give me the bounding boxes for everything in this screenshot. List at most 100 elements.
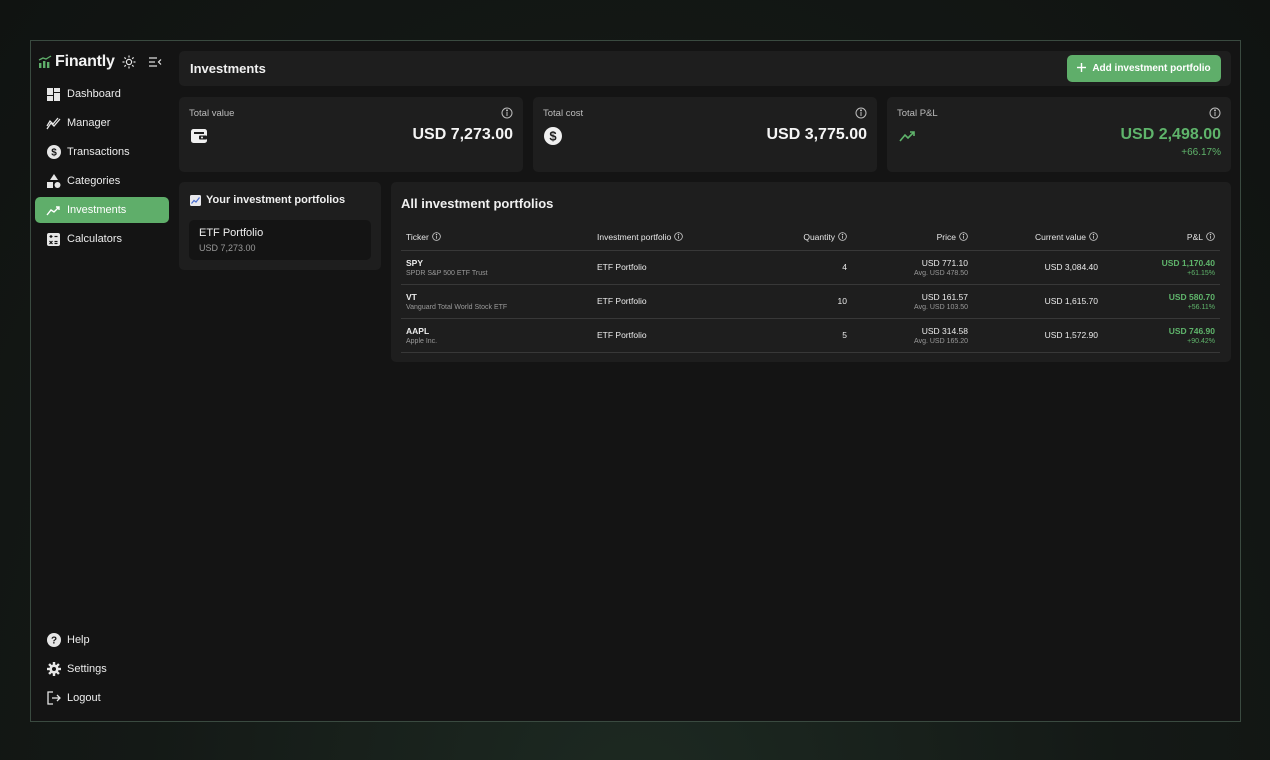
portfolio-name: ETF Portfolio: [199, 227, 264, 239]
info-icon: [1089, 231, 1098, 241]
chart-emoji-icon: [190, 194, 201, 206]
avg-price: Avg. USD 165.20: [914, 337, 968, 345]
nav-item-help[interactable]: ? Help: [35, 627, 169, 653]
info-icon: [959, 231, 968, 241]
price-value: USD 771.10: [921, 257, 968, 268]
nav-item-manager[interactable]: Manager: [35, 110, 169, 136]
brand-name: Finantly: [55, 53, 115, 70]
current-value-cell: USD 1,615.70: [973, 284, 1103, 319]
ticker-symbol: SPY: [406, 257, 424, 268]
stat-label: Total value: [189, 108, 235, 119]
dashboard-icon: [46, 87, 61, 102]
stat-label: Total P&L: [897, 108, 938, 119]
trending-up-icon: [898, 127, 916, 145]
stat-label: Total cost: [543, 108, 584, 119]
avg-price: Avg. USD 103.50: [914, 303, 968, 311]
stat-value: USD 2,498.00: [1120, 126, 1221, 143]
investments-table: Ticker Investment portfolio Quantity Pri…: [401, 224, 1220, 353]
nav-item-calculators[interactable]: Calculators: [35, 226, 169, 252]
logout-icon: [46, 691, 61, 706]
price-value: USD 314.58: [921, 325, 968, 336]
nav-label: Calculators: [67, 233, 123, 245]
quantity-cell: 5: [752, 318, 852, 353]
nav-item-logout[interactable]: Logout: [35, 685, 169, 711]
pl-value: USD 580.70: [1168, 291, 1215, 302]
collapse-sidebar-icon[interactable]: [147, 54, 163, 70]
pl-percent: +61.15%: [1187, 269, 1215, 277]
ticker-symbol: AAPL: [406, 325, 430, 336]
svg-text:$: $: [51, 148, 57, 159]
pl-percent: +56.11%: [1187, 303, 1215, 311]
svg-text:$: $: [549, 129, 557, 144]
nav-item-investments[interactable]: Investments: [35, 197, 169, 223]
trending-up-icon: [46, 203, 61, 218]
current-value-cell: USD 3,084.40: [973, 250, 1103, 285]
calculator-icon: [46, 232, 61, 247]
portfolio-cell: ETF Portfolio: [592, 318, 752, 353]
info-icon[interactable]: [501, 107, 513, 119]
info-icon[interactable]: [855, 107, 867, 119]
nav-label: Dashboard: [67, 88, 121, 100]
table-row[interactable]: VT Vanguard Total World Stock ETF ETF Por…: [401, 284, 1220, 319]
table-title: All investment portfolios: [401, 196, 554, 211]
your-portfolios-panel: Your investment portfolios ETF Portfolio…: [179, 182, 381, 270]
nav-item-settings[interactable]: Settings: [35, 656, 169, 682]
sidebar: Finantly Dashboard Manager $ Transaction…: [31, 41, 177, 721]
info-icon: [432, 231, 441, 241]
nav-item-dashboard[interactable]: Dashboard: [35, 81, 169, 107]
avg-price: Avg. USD 478.50: [914, 269, 968, 277]
ticker-name: Apple Inc.: [406, 337, 438, 345]
nav-label: Categories: [67, 175, 121, 187]
current-value-cell: USD 1,572.90: [973, 318, 1103, 353]
column-header-portfolio[interactable]: Investment portfolio: [592, 224, 752, 251]
dollar-coin-icon: $: [46, 145, 61, 160]
info-icon: [1206, 231, 1215, 241]
main-nav: Dashboard Manager $ Transactions Categor…: [35, 81, 169, 255]
info-icon: [674, 231, 683, 241]
manager-chart-icon: [46, 116, 61, 131]
nav-label: Help: [67, 634, 90, 646]
svg-text:?: ?: [50, 636, 56, 647]
column-header-ticker[interactable]: Ticker: [401, 224, 592, 251]
nav-item-transactions[interactable]: $ Transactions: [35, 139, 169, 165]
column-header-current-value[interactable]: Current value: [973, 224, 1103, 251]
pl-value: USD 746.90: [1168, 325, 1215, 336]
all-portfolios-panel: All investment portfolios Ticker Investm…: [391, 182, 1231, 362]
stat-value: USD 7,273.00: [412, 126, 513, 143]
dollar-coin-icon: $: [544, 127, 562, 145]
brand[interactable]: Finantly: [38, 52, 115, 72]
quantity-cell: 4: [752, 250, 852, 285]
total-cost-card: Total cost $ USD 3,775.00: [533, 97, 877, 172]
stat-value: USD 3,775.00: [766, 126, 867, 143]
portfolio-value: USD 7,273.00: [199, 243, 256, 253]
pl-value: USD 1,170.40: [1161, 257, 1215, 268]
shapes-icon: [46, 174, 61, 189]
column-header-pl[interactable]: P&L: [1103, 224, 1220, 251]
gear-icon: [46, 662, 61, 677]
table-row[interactable]: SPY SPDR S&P 500 ETF Trust ETF Portfolio …: [401, 250, 1220, 285]
total-pl-card: Total P&L USD 2,498.00 +66.17%: [887, 97, 1231, 172]
portfolio-card[interactable]: ETF Portfolio USD 7,273.00: [189, 220, 371, 260]
wallet-icon: [190, 127, 208, 145]
table-row[interactable]: AAPL Apple Inc. ETF Portfolio 5 USD 314.5…: [401, 318, 1220, 353]
page-title: Investments: [190, 61, 266, 76]
portfolio-cell: ETF Portfolio: [592, 284, 752, 319]
plus-icon: [1077, 62, 1087, 75]
add-investment-portfolio-button[interactable]: Add investment portfolio: [1067, 55, 1221, 82]
total-value-card: Total value USD 7,273.00: [179, 97, 523, 172]
portfolios-heading-label: Your investment portfolios: [206, 194, 346, 206]
theme-toggle-sun-icon[interactable]: [121, 54, 137, 70]
nav-label: Logout: [67, 692, 101, 704]
secondary-nav: ? Help Settings Logout: [35, 627, 169, 714]
ticker-name: SPDR S&P 500 ETF Trust: [406, 269, 488, 277]
column-header-price[interactable]: Price: [852, 224, 973, 251]
page-header: Investments Add investment portfolio: [179, 51, 1231, 86]
nav-item-categories[interactable]: Categories: [35, 168, 169, 194]
column-header-quantity[interactable]: Quantity: [752, 224, 852, 251]
app-window: Finantly Dashboard Manager $ Transaction…: [30, 40, 1241, 722]
nav-label: Transactions: [67, 146, 130, 158]
quantity-cell: 10: [752, 284, 852, 319]
portfolio-cell: ETF Portfolio: [592, 250, 752, 285]
pl-percent: +90.42%: [1187, 337, 1215, 345]
info-icon[interactable]: [1209, 107, 1221, 119]
